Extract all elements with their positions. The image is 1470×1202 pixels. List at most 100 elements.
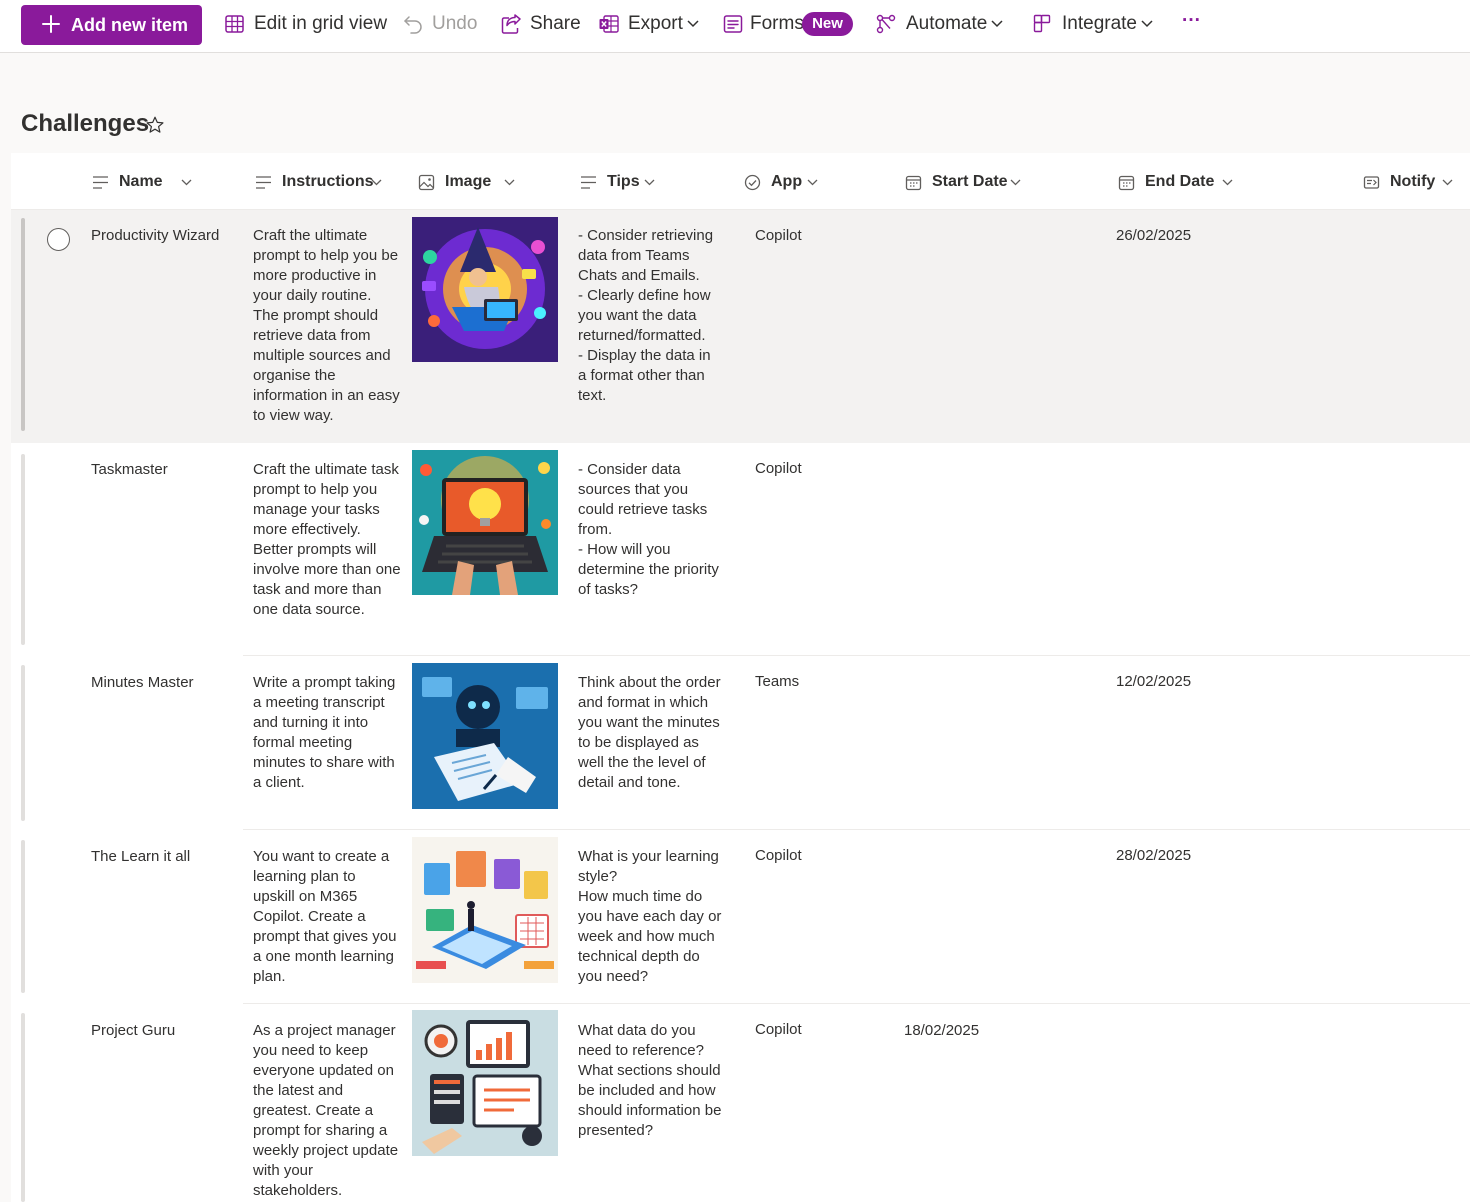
column-header-label: Name <box>119 173 163 190</box>
column-header-app[interactable]: App <box>744 172 834 194</box>
favorite-star-icon[interactable] <box>145 115 165 135</box>
list-title: Challenges <box>21 110 150 137</box>
row-indicator <box>21 454 25 645</box>
plus-icon <box>42 15 60 33</box>
cell-end-date: 26/02/2025 <box>1116 227 1192 244</box>
chevron-down-icon <box>1010 179 1021 186</box>
column-header-label: Instructions <box>282 173 374 190</box>
calendar-icon <box>1118 175 1135 191</box>
column-header-label: End Date <box>1145 173 1215 190</box>
column-header-tips[interactable]: Tips <box>580 172 670 194</box>
column-header-label: App <box>771 173 803 190</box>
row-select-checkbox[interactable] <box>47 228 70 251</box>
share-icon <box>501 14 521 34</box>
automate-label: Automate <box>906 13 988 34</box>
cell-name[interactable]: Productivity Wizard <box>91 226 241 246</box>
chevron-down-icon <box>687 20 699 28</box>
column-header-label: Notify <box>1390 173 1436 190</box>
add-new-item-button[interactable]: Add new item <box>21 5 202 45</box>
list-row[interactable]: Minutes Master Write a prompt taking a m… <box>11 656 1470 830</box>
ai-robot-writing-illustration <box>412 663 558 809</box>
column-header-image[interactable]: Image <box>418 172 518 194</box>
cell-app: Copilot <box>755 227 802 244</box>
column-header-name[interactable]: Name <box>92 172 202 194</box>
chevron-down-icon <box>991 20 1003 28</box>
excel-icon <box>599 15 619 33</box>
wizard-laptop-illustration <box>412 217 558 362</box>
more-options-button[interactable]: ··· <box>1182 9 1204 37</box>
cell-tips: Think about the order and format in whic… <box>578 674 721 791</box>
cell-app: Copilot <box>755 847 802 864</box>
cell-start-date: 18/02/2025 <box>904 1022 980 1039</box>
calendar-icon <box>905 175 922 191</box>
column-header-label: Start Date <box>932 173 1008 190</box>
undo-button[interactable]: Undo <box>403 12 481 40</box>
learning-plan-illustration <box>412 837 558 983</box>
row-indicator <box>21 665 25 821</box>
column-header-instructions[interactable]: Instructions <box>255 172 395 194</box>
text-column-icon <box>581 176 596 189</box>
cell-end-date: 28/02/2025 <box>1116 847 1192 864</box>
cell-image-thumbnail[interactable] <box>412 1010 558 1156</box>
cell-name[interactable]: The Learn it all <box>91 847 241 867</box>
cell-image-thumbnail[interactable] <box>412 663 558 809</box>
cell-instructions: Craft the ultimate prompt to help you be… <box>253 227 400 424</box>
cell-name[interactable]: Project Guru <box>91 1021 241 1041</box>
edit-grid-view-button[interactable]: Edit in grid view <box>224 12 387 40</box>
share-button[interactable]: Share <box>500 12 581 40</box>
chevron-down-icon <box>504 179 515 186</box>
list-row[interactable]: Project Guru As a project manager you ne… <box>11 1004 1470 1202</box>
cell-instructions: Craft the ultimate task prompt to help y… <box>253 461 401 618</box>
cell-app: Teams <box>755 673 800 690</box>
automate-icon <box>876 14 896 34</box>
image-column-icon <box>418 174 435 191</box>
list-view: Name Instructions Image Tips App Start D… <box>11 153 1470 1202</box>
grid-icon <box>225 15 244 33</box>
cell-tips: - Consider retrieving data from Teams Ch… <box>578 227 714 404</box>
integrate-button[interactable]: Integrate <box>1032 12 1160 40</box>
cell-image-thumbnail[interactable] <box>412 837 558 983</box>
row-indicator <box>21 218 25 431</box>
list-row[interactable]: The Learn it all You want to create a le… <box>11 830 1470 1004</box>
column-header-row: Name Instructions Image Tips App Start D… <box>11 153 1470 210</box>
forms-icon <box>723 15 743 33</box>
cell-image-thumbnail[interactable] <box>412 217 558 362</box>
export-button[interactable]: Export <box>598 12 702 40</box>
cell-tips: What data do you need to reference? What… <box>578 1022 722 1139</box>
share-label: Share <box>530 13 581 34</box>
choice-column-icon <box>744 174 761 191</box>
cell-tips: - Consider data sources that you could r… <box>578 461 719 598</box>
chevron-down-icon <box>371 179 382 186</box>
column-header-start-date[interactable]: Start Date <box>905 172 1025 194</box>
column-header-notify[interactable]: Notify <box>1363 172 1463 194</box>
column-header-label: Tips <box>607 173 640 190</box>
cell-instructions: You want to create a learning plan to up… <box>253 848 397 985</box>
cell-name[interactable]: Taskmaster <box>91 460 241 480</box>
cell-end-date: 12/02/2025 <box>1116 673 1192 690</box>
chevron-down-icon <box>1141 20 1153 28</box>
chevron-down-icon <box>644 179 655 186</box>
chevron-down-icon <box>807 179 818 186</box>
integrate-label: Integrate <box>1062 13 1137 34</box>
automate-button[interactable]: Automate <box>875 12 1007 40</box>
new-badge: New <box>802 12 853 36</box>
project-dashboard-illustration <box>412 1010 558 1156</box>
undo-icon <box>404 16 422 34</box>
text-column-icon <box>256 176 271 189</box>
list-row[interactable]: Productivity Wizard Craft the ultimate p… <box>11 210 1470 443</box>
text-column-icon <box>93 176 108 189</box>
cell-app: Copilot <box>755 1021 802 1038</box>
list-row[interactable]: Taskmaster Craft the ultimate task promp… <box>11 443 1470 656</box>
undo-label: Undo <box>432 13 478 34</box>
chevron-down-icon <box>1222 179 1233 186</box>
column-header-end-date[interactable]: End Date <box>1118 172 1238 194</box>
forms-button[interactable]: Forms <box>722 12 804 40</box>
export-label: Export <box>628 13 683 34</box>
cell-instructions: As a project manager you need to keep ev… <box>253 1022 399 1199</box>
row-indicator <box>21 1013 25 1202</box>
laptop-lightbulb-illustration <box>412 450 558 595</box>
cell-name[interactable]: Minutes Master <box>91 673 241 693</box>
cell-image-thumbnail[interactable] <box>412 450 558 595</box>
chevron-down-icon <box>1442 179 1453 186</box>
add-new-item-label: Add new item <box>71 15 189 35</box>
